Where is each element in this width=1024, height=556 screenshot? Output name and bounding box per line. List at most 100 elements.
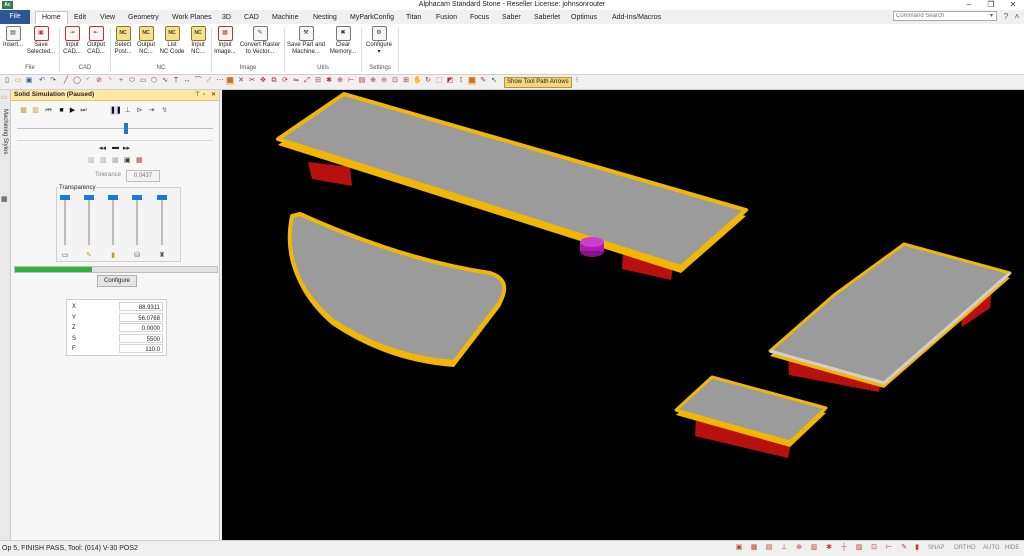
insert-button[interactable]: ▤ Insert... bbox=[2, 26, 24, 49]
tab-file[interactable]: File bbox=[0, 10, 30, 24]
tab-edit[interactable]: Edit bbox=[74, 12, 86, 24]
transparency-slider-thumb[interactable] bbox=[108, 195, 118, 200]
offset-icon[interactable]: ⊟ bbox=[314, 77, 322, 85]
save-icon[interactable]: ▣ bbox=[25, 77, 33, 85]
edit-icon[interactable]: ✎ bbox=[479, 77, 487, 85]
zoom-window-icon[interactable]: ⊡ bbox=[391, 77, 399, 85]
pin-icon[interactable]: ⊤ bbox=[195, 91, 200, 99]
polygon-icon[interactable]: ⬡ bbox=[150, 77, 158, 85]
sim-stop-icon[interactable]: ■ bbox=[57, 106, 66, 115]
save-stock-icon[interactable]: ▣ bbox=[124, 156, 131, 164]
sim-end-icon[interactable]: ⇥ bbox=[147, 106, 156, 115]
chevron-down-icon[interactable]: ▾ bbox=[990, 12, 993, 19]
arc-icon[interactable]: ◜ bbox=[84, 77, 92, 85]
tab-optimus[interactable]: Optimus bbox=[571, 12, 597, 24]
explode-icon[interactable]: ✱ bbox=[325, 77, 333, 85]
rectangle-icon[interactable]: ▭ bbox=[139, 77, 147, 85]
transparency-slider-track[interactable] bbox=[64, 195, 66, 245]
minimize-button[interactable]: – bbox=[958, 0, 980, 10]
open-icon[interactable]: ▭ bbox=[14, 77, 22, 85]
step-pause-icon[interactable]: ▬ bbox=[112, 144, 119, 151]
pointer-icon[interactable]: ↖ bbox=[490, 77, 498, 85]
new-icon[interactable]: ▯ bbox=[3, 77, 11, 85]
sim-play-icon[interactable]: ▶ bbox=[68, 106, 77, 115]
tab-3d[interactable]: 3D bbox=[222, 12, 231, 24]
transparency-slider-thumb[interactable] bbox=[132, 195, 142, 200]
dimension-icon[interactable]: ↔ bbox=[183, 77, 191, 85]
tab-home[interactable]: Home bbox=[35, 11, 68, 25]
no-entry-icon[interactable]: ⊘ bbox=[95, 77, 103, 85]
panel-close-icon[interactable]: ✕ bbox=[211, 91, 216, 99]
status-origin-icon[interactable]: ⊕ bbox=[795, 544, 803, 552]
rotate-icon[interactable]: ⟳ bbox=[281, 77, 289, 85]
step-back-icon[interactable]: ◂◂ bbox=[99, 144, 106, 152]
output-cad-button[interactable]: ⇤ Output CAD... bbox=[84, 26, 108, 56]
status-layer-icon[interactable]: ▤ bbox=[765, 544, 773, 552]
configure-button[interactable]: Configure bbox=[97, 275, 137, 287]
tab-geometry[interactable]: Geometry bbox=[128, 12, 159, 24]
circle-icon[interactable]: ◯ bbox=[73, 77, 81, 85]
tab-add-ins-macros[interactable]: Add-Ins/Macros bbox=[612, 12, 661, 24]
mirror-icon[interactable]: ⇋ bbox=[292, 77, 300, 85]
auto-toggle[interactable]: AUTO bbox=[983, 544, 1000, 553]
sim-stock-icon[interactable]: ▥ bbox=[31, 106, 40, 115]
ellipse-icon[interactable]: ⬭ bbox=[128, 77, 136, 85]
sim-open-icon[interactable]: ▦ bbox=[19, 106, 28, 115]
redraw-icon[interactable]: ↻ bbox=[424, 77, 432, 85]
status-units-icon[interactable]: ▨ bbox=[855, 544, 863, 552]
tab-view[interactable]: View bbox=[100, 12, 115, 24]
trim-icon[interactable]: ✂ bbox=[248, 77, 256, 85]
status-axis-icon[interactable]: ⊥ bbox=[780, 544, 788, 552]
tab-saber[interactable]: Saber bbox=[502, 12, 521, 24]
arc-cw-icon[interactable]: ◝ bbox=[106, 77, 114, 85]
join-icon[interactable]: ⊕ bbox=[336, 77, 344, 85]
color-stock-icon[interactable]: ▦ bbox=[136, 156, 143, 164]
snap-toggle[interactable]: SNAP bbox=[928, 544, 944, 553]
zoom-out-icon[interactable]: ⊖ bbox=[380, 77, 388, 85]
input-nc-button[interactable]: NC Input NC... bbox=[187, 26, 209, 56]
select-post-button[interactable]: NC Select Post... bbox=[112, 26, 134, 56]
delete-icon[interactable]: ✕ bbox=[237, 77, 245, 85]
sim-speed-icon[interactable]: ↯ bbox=[160, 106, 169, 115]
list-nc-code-button[interactable]: NC List NC Code bbox=[158, 26, 186, 56]
folder-icon[interactable]: ▭ bbox=[1, 94, 9, 102]
tab-saberlet[interactable]: Saberlet bbox=[534, 12, 560, 24]
status-sim-icon[interactable]: ▮ bbox=[913, 544, 921, 552]
redo-icon[interactable]: ↷ bbox=[49, 77, 57, 85]
status-view-icon[interactable]: ▦ bbox=[750, 544, 758, 552]
fillet-icon[interactable]: ⌒ bbox=[194, 77, 202, 85]
sim-pause-icon[interactable]: ❚❚ bbox=[110, 106, 122, 115]
shade-icon[interactable]: ◩ bbox=[446, 77, 454, 85]
save-selected-button[interactable]: ▣ Save Selected... bbox=[26, 26, 56, 56]
machining-styles-tab[interactable]: Machining Styles bbox=[1, 108, 9, 188]
transparency-slider-thumb[interactable] bbox=[84, 195, 94, 200]
status-grid-icon[interactable]: ▥ bbox=[810, 544, 818, 552]
sim-next-op-icon[interactable]: ⊳ bbox=[135, 106, 144, 115]
simulation-icon[interactable]: ▦ bbox=[468, 77, 476, 85]
status-work-plane-icon[interactable]: ▣ bbox=[735, 544, 743, 552]
status-snap-icon[interactable]: ✱ bbox=[825, 544, 833, 552]
view-3d-icon[interactable]: ⬚ bbox=[435, 77, 443, 85]
show-tool-path-arrows-button[interactable]: Show Tool Path Arrows bbox=[504, 77, 572, 88]
undo-icon[interactable]: ↶ bbox=[38, 77, 46, 85]
tab-titan[interactable]: Titan bbox=[406, 12, 421, 24]
sim-position-slider-thumb[interactable] bbox=[124, 123, 128, 134]
step-forward-icon[interactable]: ▸▸ bbox=[123, 144, 130, 152]
line-icon[interactable]: ╱ bbox=[62, 77, 70, 85]
move-icon[interactable]: ✥ bbox=[259, 77, 267, 85]
tab-cad[interactable]: CAD bbox=[244, 12, 259, 24]
transparency-slider-track[interactable] bbox=[88, 195, 90, 245]
status-tool-icon[interactable]: ✎ bbox=[900, 544, 908, 552]
layer-icon[interactable]: ▤ bbox=[358, 77, 366, 85]
restore-button[interactable]: ❐ bbox=[980, 0, 1002, 10]
point-icon[interactable]: + bbox=[117, 77, 125, 85]
tab-fusion[interactable]: Fusion bbox=[436, 12, 457, 24]
toolpath-icon[interactable]: ⟟ bbox=[457, 77, 465, 85]
select-icon[interactable]: ▦ bbox=[226, 77, 234, 85]
sim-speed-slider-track[interactable] bbox=[17, 140, 213, 141]
tab-machine[interactable]: Machine bbox=[272, 12, 298, 24]
tab-myparkconfig[interactable]: MyParkConfig bbox=[350, 12, 394, 24]
tolerance-field[interactable]: 0.0437 bbox=[126, 170, 160, 182]
text-icon[interactable]: T bbox=[172, 77, 180, 85]
zoom-all-icon[interactable]: ⊞ bbox=[402, 77, 410, 85]
